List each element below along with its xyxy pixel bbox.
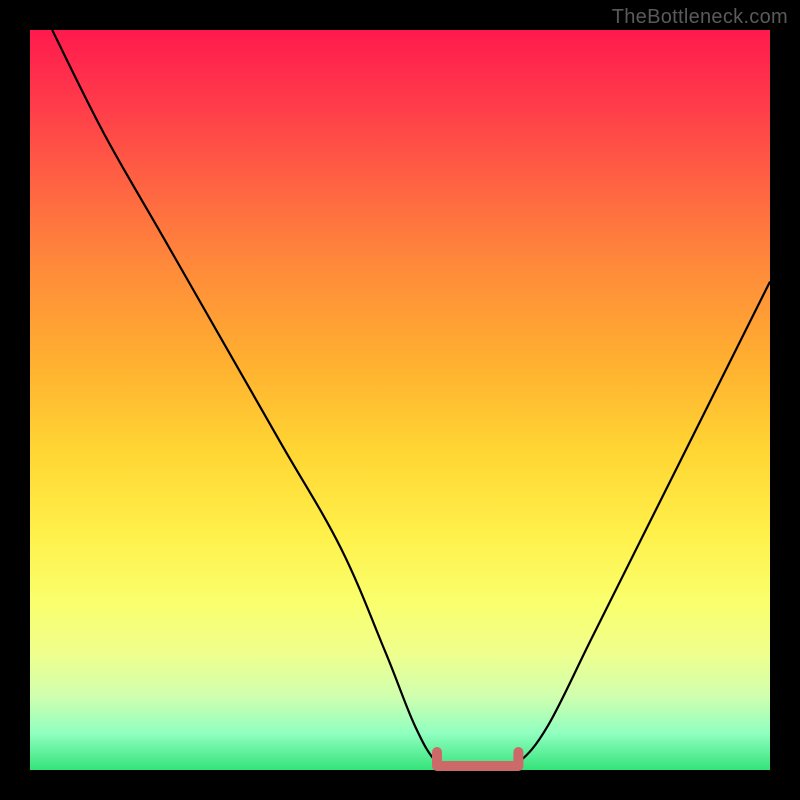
curve-path: [52, 30, 770, 771]
flat-marker: [437, 752, 518, 766]
watermark-label: TheBottleneck.com: [612, 6, 788, 29]
bottleneck-curve: [30, 30, 770, 770]
chart-frame: TheBottleneck.com: [0, 0, 800, 800]
